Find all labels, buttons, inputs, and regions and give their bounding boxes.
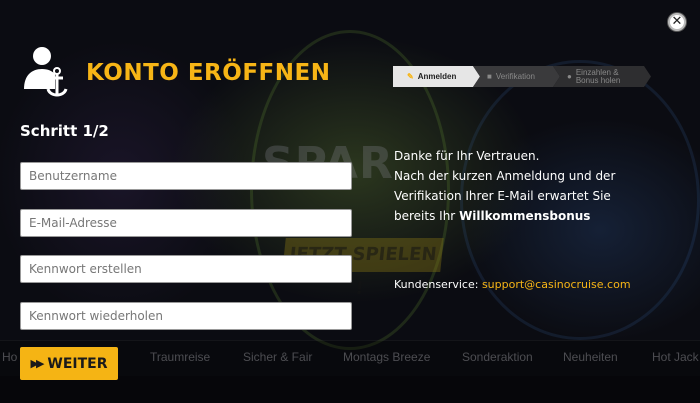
progress-steps: ✎ Anmelden ■ Verifikation ● Einzahlen & B… [393, 66, 653, 87]
lock-icon: ■ [487, 72, 492, 81]
continue-button[interactable]: ▶▶ WEITER [20, 347, 118, 380]
step-label-line: Bonus holen [575, 75, 621, 85]
password-repeat-field[interactable] [20, 302, 352, 330]
close-icon: ✕ [671, 14, 683, 29]
step-indicator: Schritt 1/2 [20, 122, 109, 140]
password-field[interactable] [20, 255, 352, 283]
info-line: Verifikation Ihrer E-Mail erwartet Sie [394, 189, 611, 203]
background-nav-item: Ho [2, 350, 18, 364]
step-label: Verifikation [495, 72, 535, 81]
email-field[interactable] [20, 209, 352, 237]
step-label: Anmelden [417, 72, 457, 81]
close-button[interactable]: ✕ [668, 13, 686, 31]
info-line: Danke für Ihr Vertrauen. [394, 149, 540, 163]
background-nav-item: Sonderaktion [462, 350, 533, 364]
background-nav-item: Sicher & Fair [243, 350, 313, 364]
step-einzahlen: ● Einzahlen & Bonus holen [553, 66, 651, 87]
modal-title: KONTO ERÖFFNEN [86, 60, 331, 86]
step-anmelden: ✎ Anmelden [393, 66, 480, 87]
background-nav-item: Montags Breeze [343, 350, 431, 364]
support-email-link[interactable]: support@casinocruise.com [482, 278, 631, 291]
user-anchor-icon [24, 47, 68, 97]
info-text-prefix: bereits Ihr [394, 209, 460, 223]
username-field[interactable] [20, 162, 352, 190]
bonus-highlight: Willkommensbonus [459, 209, 591, 223]
step-verifikation: ■ Verifikation [473, 66, 560, 87]
double-arrow-icon: ▶▶ [30, 357, 44, 370]
background-nav-item: Traumreise [150, 350, 211, 364]
continue-button-label: WEITER [47, 355, 108, 372]
background-bottom-strip [0, 376, 700, 403]
step-label-multiline: Einzahlen & Bonus holen [575, 68, 621, 85]
background-nav-item: Hot Jack [652, 350, 699, 364]
customer-service: Kundenservice: support@casinocruise.com [394, 278, 631, 291]
info-line: bereits Ihr Willkommensbonus [394, 206, 664, 226]
pencil-icon: ✎ [407, 72, 414, 81]
info-line: Nach der kurzen Anmeldung und der [394, 169, 616, 183]
coins-icon: ● [567, 71, 572, 81]
support-label: Kundenservice: [394, 278, 479, 291]
info-text: Danke für Ihr Vertrauen. Nach der kurzen… [394, 146, 664, 226]
background-nav-item: Neuheiten [563, 350, 618, 364]
